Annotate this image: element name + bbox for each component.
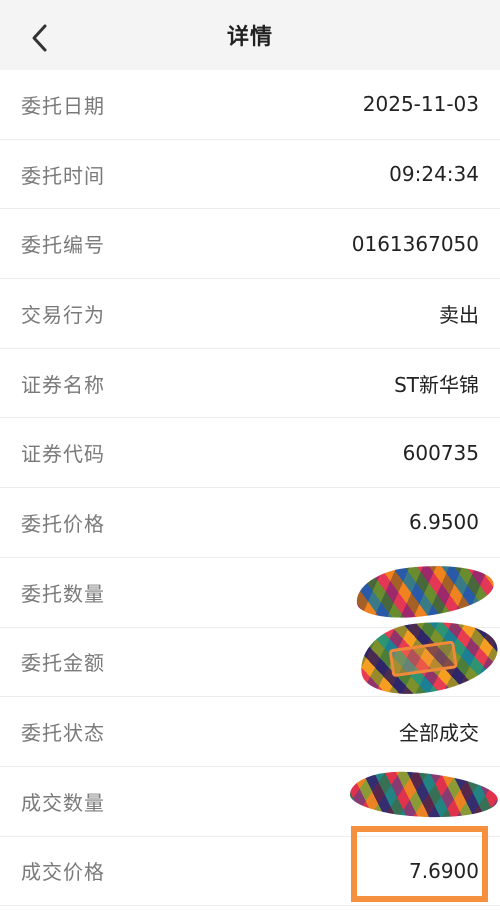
- detail-row-order-price: 委托价格 6.9500: [0, 488, 500, 558]
- redaction-scribble: [348, 767, 500, 822]
- detail-row-order-number: 委托编号 0161367050: [0, 209, 500, 280]
- row-value: 0161367050: [351, 231, 479, 256]
- row-label: 委托编号: [21, 233, 105, 258]
- row-value: 09:24:34: [389, 162, 479, 187]
- detail-row-order-status: 委托状态 全部成交: [0, 697, 500, 767]
- row-label: 委托状态: [21, 721, 105, 746]
- detail-row-security-name: 证券名称 ST新华锦: [0, 349, 500, 419]
- row-label: 委托时间: [21, 163, 105, 188]
- row-label: 成交价格: [21, 860, 105, 885]
- page-title: 详情: [226, 25, 273, 50]
- detail-row-order-quantity: 委托数量: [0, 558, 500, 628]
- detail-row-order-amount: 委托金额: [0, 612, 500, 701]
- detail-list: 委托日期 2025-11-03 委托时间 09:24:34 委托编号 01613…: [0, 70, 500, 907]
- chevron-left-icon: [32, 24, 47, 52]
- detail-row-filled-price: 成交价格 7.6900: [0, 837, 500, 907]
- redaction-mark: [388, 639, 458, 677]
- row-value: 全部成交: [399, 721, 479, 746]
- row-value: ST新华锦: [394, 372, 479, 397]
- detail-row-security-code: 证券代码 600735: [0, 418, 500, 489]
- row-value: 600735: [402, 440, 479, 465]
- detail-row-filled-quantity: 成交数量: [0, 767, 500, 837]
- detail-row-order-date: 委托日期 2025-11-03: [0, 70, 500, 140]
- redaction-scribble: [353, 558, 497, 623]
- row-value: 7.6900: [409, 858, 479, 883]
- row-label: 交易行为: [21, 302, 105, 327]
- row-label: 委托金额: [21, 651, 105, 676]
- row-value: 卖出: [439, 302, 479, 327]
- row-value: 2025-11-03: [362, 92, 479, 117]
- detail-row-order-time: 委托时间 09:24:34: [0, 140, 500, 210]
- row-label: 证券代码: [21, 442, 105, 467]
- row-label: 证券名称: [21, 372, 105, 397]
- row-label: 成交数量: [21, 790, 105, 815]
- detail-row-trade-action: 交易行为 卖出: [0, 279, 500, 349]
- row-value: 6.9500: [409, 510, 479, 535]
- top-bar: 详情: [0, 0, 500, 70]
- row-label: 委托价格: [21, 511, 105, 536]
- row-label: 委托数量: [21, 581, 105, 606]
- back-button[interactable]: [22, 20, 58, 56]
- row-label: 委托日期: [21, 93, 105, 118]
